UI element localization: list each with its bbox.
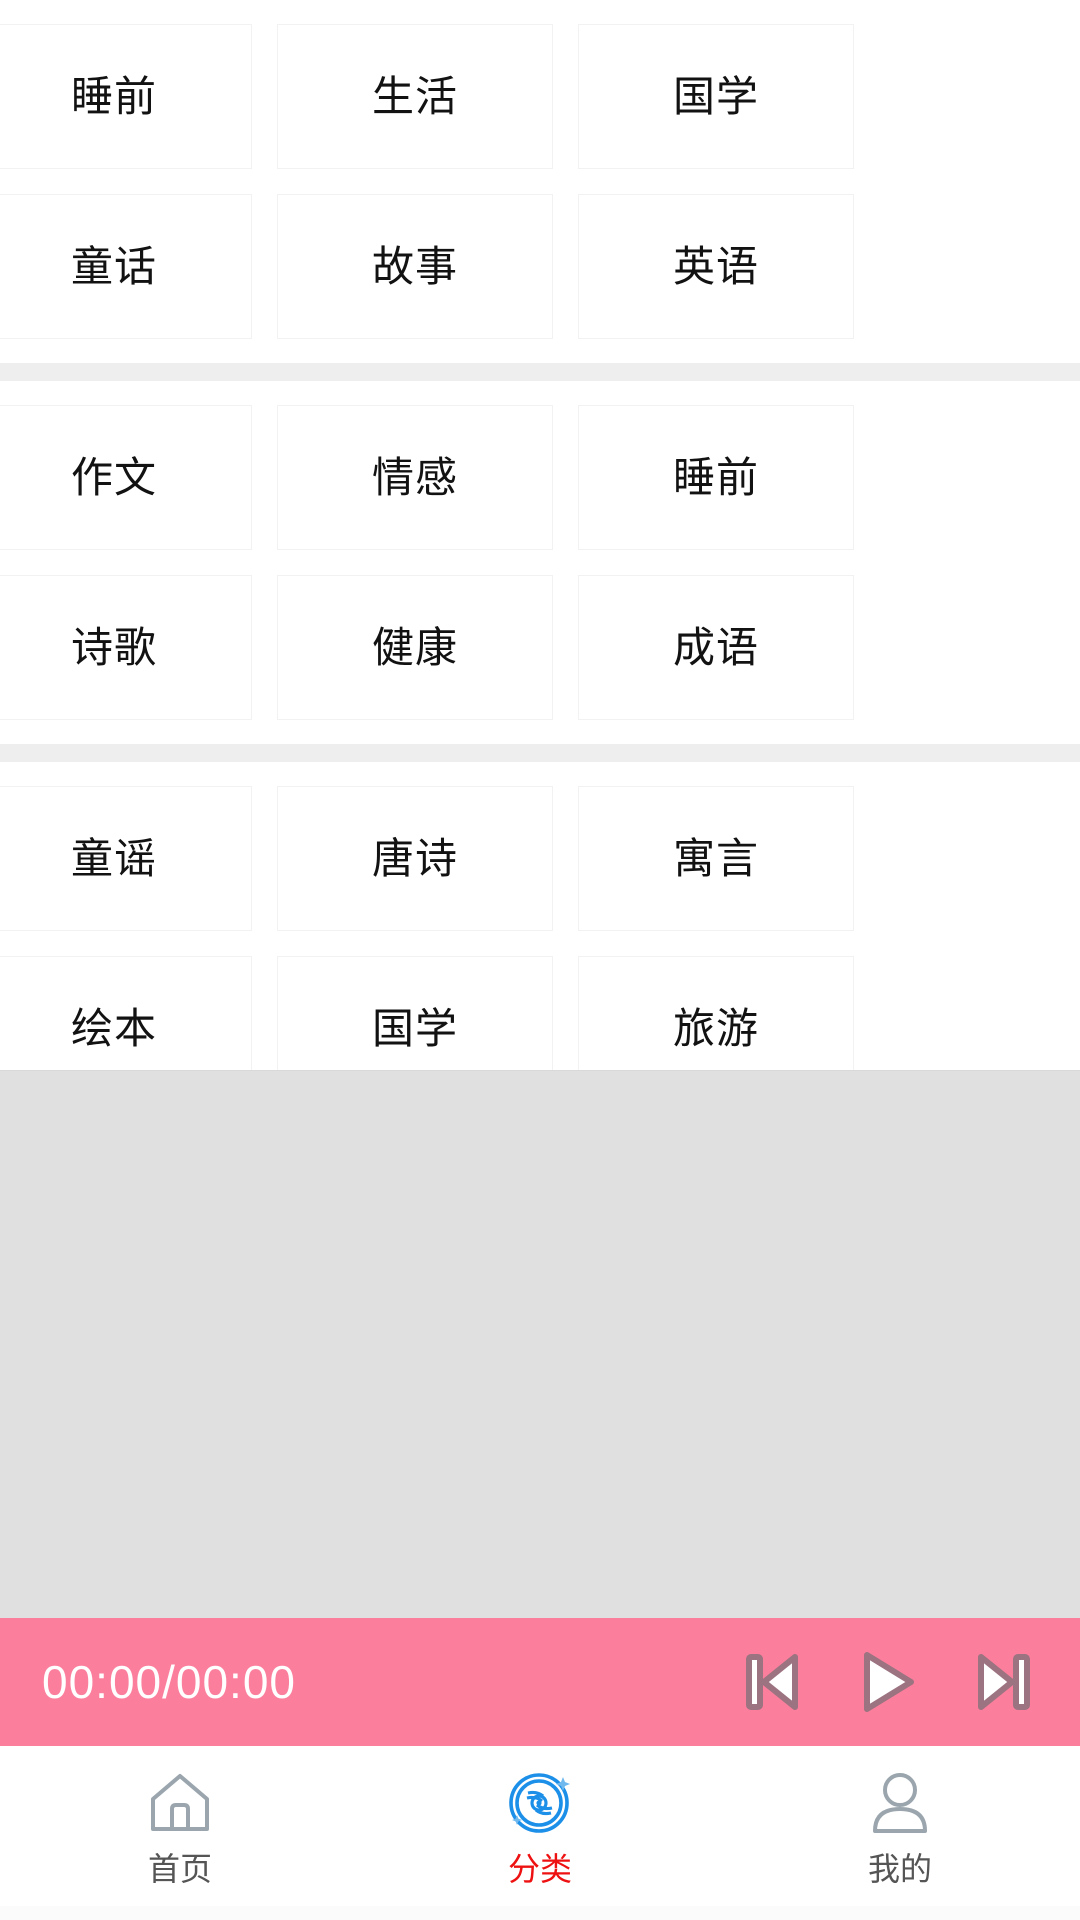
category-card[interactable]: 寓言: [578, 786, 854, 931]
section-separator: [0, 363, 1080, 381]
skip-previous-icon: [744, 1651, 800, 1713]
category-card[interactable]: 作文: [0, 405, 252, 550]
category-grid-2: 作文 情感 睡前 诗歌 健康 成语: [0, 405, 1080, 720]
disc-icon: [504, 1767, 576, 1839]
nav-label-category: 分类: [507, 1851, 572, 1887]
nav-label-profile: 我的: [867, 1851, 932, 1887]
category-section-3: 童谣 唐诗 寓言 绘本 国学 旅游: [0, 762, 1080, 1070]
nav-item-profile[interactable]: 我的: [720, 1747, 1080, 1920]
player-controls: [742, 1649, 1034, 1715]
category-card[interactable]: 成语: [578, 575, 854, 720]
category-card[interactable]: 英语: [578, 194, 854, 339]
category-card[interactable]: 唐诗: [277, 786, 553, 931]
category-card[interactable]: 睡前: [578, 405, 854, 550]
section-separator: [0, 744, 1080, 762]
empty-content-area: [0, 1070, 1080, 1618]
category-card[interactable]: 诗歌: [0, 575, 252, 720]
category-section-2: 作文 情感 睡前 诗歌 健康 成语: [0, 381, 1080, 744]
previous-track-button[interactable]: [742, 1649, 802, 1715]
category-card[interactable]: 睡前: [0, 24, 252, 169]
category-grid-1: 睡前 生活 国学 童话 故事 英语: [0, 24, 1080, 339]
category-grid-3: 童谣 唐诗 寓言 绘本 国学 旅游: [0, 786, 1080, 1070]
nav-footer-strip: [0, 1906, 1080, 1920]
nav-item-category[interactable]: 分类: [360, 1747, 720, 1920]
category-card[interactable]: 国学: [578, 24, 854, 169]
category-card[interactable]: 国学: [277, 956, 553, 1070]
category-list[interactable]: 睡前 生活 国学 童话 故事 英语 作文 情感 睡前 诗歌 健康 成语 童谣 唐…: [0, 0, 1080, 1070]
play-icon: [859, 1650, 917, 1714]
category-card[interactable]: 情感: [277, 405, 553, 550]
category-card[interactable]: 童话: [0, 194, 252, 339]
category-section-1: 睡前 生活 国学 童话 故事 英语: [0, 0, 1080, 363]
nav-label-home: 首页: [147, 1851, 212, 1887]
category-card[interactable]: 童谣: [0, 786, 252, 931]
next-track-button[interactable]: [974, 1649, 1034, 1715]
bottom-navigation: 首页 分类 我的: [0, 1746, 1080, 1920]
category-card[interactable]: 旅游: [578, 956, 854, 1070]
nav-item-home[interactable]: 首页: [0, 1747, 360, 1920]
category-card[interactable]: 故事: [277, 194, 553, 339]
category-card[interactable]: 绘本: [0, 956, 252, 1070]
mini-player-bar: 00:00/00:00: [0, 1618, 1080, 1746]
category-card[interactable]: 健康: [277, 575, 553, 720]
category-card[interactable]: 生活: [277, 24, 553, 169]
person-icon: [864, 1767, 936, 1839]
home-icon: [144, 1767, 216, 1839]
skip-next-icon: [976, 1651, 1032, 1713]
player-time-display: 00:00/00:00: [42, 1656, 297, 1708]
play-button[interactable]: [858, 1649, 918, 1715]
app-root: 睡前 生活 国学 童话 故事 英语 作文 情感 睡前 诗歌 健康 成语 童谣 唐…: [0, 0, 1080, 1920]
